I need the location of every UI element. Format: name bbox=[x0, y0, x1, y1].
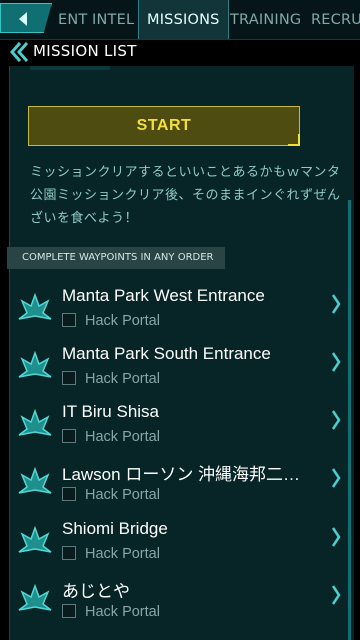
waypoint-name: IT Biru Shisa bbox=[62, 402, 160, 421]
task-checkbox[interactable] bbox=[62, 371, 76, 385]
tab-intel[interactable]: INTEL bbox=[92, 0, 134, 39]
task-checkbox[interactable] bbox=[62, 487, 76, 501]
start-corner-accent bbox=[288, 134, 300, 146]
tab-missions[interactable]: MISSIONS bbox=[138, 0, 229, 39]
back-button[interactable] bbox=[0, 3, 52, 33]
waypoint-item[interactable]: IT Biru Shisa Hack Portal bbox=[0, 402, 360, 460]
waypoint-order-label: COMPLETE WAYPOINTS IN ANY ORDER bbox=[7, 247, 225, 269]
waypoint-name: Manta Park West Entrance bbox=[62, 286, 265, 305]
waypoint-name: あじとや bbox=[62, 582, 130, 601]
waypoint-name: Shiomi Bridge bbox=[62, 519, 168, 538]
tab-recruit[interactable]: RECRU bbox=[311, 0, 360, 39]
double-chevron-left-icon bbox=[10, 42, 29, 62]
chevron-right-icon[interactable] bbox=[330, 525, 342, 549]
portal-icon bbox=[18, 525, 52, 553]
waypoint-task: Hack Portal bbox=[85, 546, 160, 562]
top-tab-bar: ENT INTEL MISSIONS TRAINING RECRU bbox=[0, 0, 360, 40]
chevron-right-icon[interactable] bbox=[330, 408, 342, 432]
waypoint-item[interactable]: Lawson ローソン 沖縄海邦二… Hack Portal bbox=[0, 460, 360, 518]
task-checkbox[interactable] bbox=[62, 546, 76, 560]
waypoint-item[interactable]: Manta Park West Entrance Hack Portal bbox=[0, 286, 360, 344]
portal-icon bbox=[18, 292, 52, 320]
waypoint-task: Hack Portal bbox=[85, 429, 160, 445]
task-checkbox[interactable] bbox=[62, 313, 76, 327]
waypoint-item[interactable]: Shiomi Bridge Hack Portal bbox=[0, 519, 360, 577]
waypoint-task: Hack Portal bbox=[85, 604, 160, 620]
waypoint-item[interactable]: あじとや Hack Portal bbox=[0, 577, 360, 635]
mission-list-header[interactable]: MISSION LIST bbox=[0, 40, 360, 64]
tab-agent[interactable]: ENT bbox=[58, 0, 87, 39]
waypoint-task: Hack Portal bbox=[85, 313, 160, 329]
task-checkbox[interactable] bbox=[62, 429, 76, 443]
tab-training[interactable]: TRAINING bbox=[230, 0, 301, 39]
waypoint-task: Hack Portal bbox=[85, 487, 160, 503]
page-title: MISSION LIST bbox=[33, 42, 137, 60]
waypoint-task: Hack Portal bbox=[85, 371, 160, 387]
portal-icon bbox=[18, 466, 52, 494]
start-button[interactable]: START bbox=[28, 106, 300, 146]
portal-icon bbox=[18, 408, 52, 436]
mission-description: ミッションクリアするといいことあるかもｗマンタ公園ミッションクリア後、そのままイ… bbox=[30, 165, 341, 226]
waypoint-item[interactable]: Manta Park South Entrance Hack Portal bbox=[0, 344, 360, 402]
waypoint-name: Manta Park South Entrance bbox=[62, 344, 271, 363]
clipped-previous-text bbox=[30, 66, 110, 70]
chevron-right-icon[interactable] bbox=[330, 466, 342, 490]
back-arrow-icon bbox=[19, 12, 27, 26]
chevron-right-icon[interactable] bbox=[330, 583, 342, 607]
portal-icon bbox=[18, 350, 52, 378]
start-label: START bbox=[136, 117, 192, 134]
portal-icon bbox=[18, 583, 52, 611]
chevron-right-icon[interactable] bbox=[330, 350, 342, 374]
waypoint-name: Lawson ローソン 沖縄海邦二… bbox=[62, 465, 301, 484]
chevron-right-icon[interactable] bbox=[330, 292, 342, 316]
task-checkbox[interactable] bbox=[62, 604, 76, 618]
